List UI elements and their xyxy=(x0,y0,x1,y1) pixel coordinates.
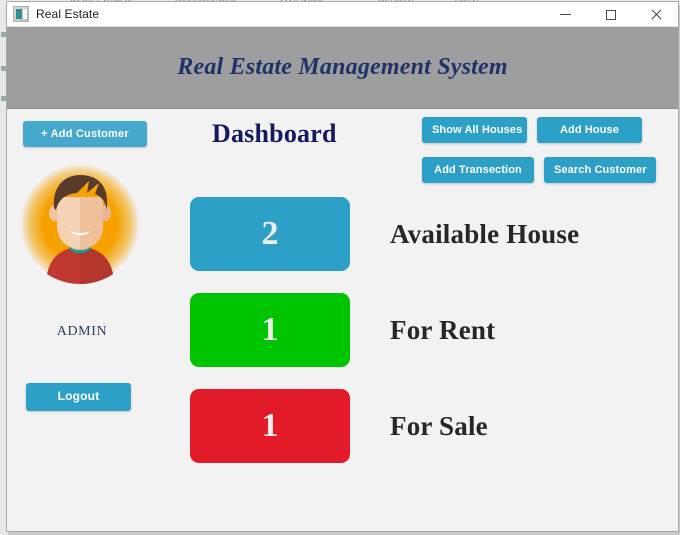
maximize-button[interactable] xyxy=(588,2,633,27)
action-row-bottom: Add Transection Search Customer xyxy=(422,157,662,183)
main-panel: Dashboard Show All Houses Add House Add … xyxy=(182,109,678,531)
stat-card-available[interactable]: 2 xyxy=(190,197,350,271)
content-area: + Add Customer ADMIN Logout Dashboard Sh… xyxy=(7,109,678,531)
page-title: Dashboard xyxy=(212,119,337,148)
sidebar: + Add Customer ADMIN Logout xyxy=(7,109,182,531)
stat-value-rent: 1 xyxy=(261,311,279,348)
stat-value-available: 2 xyxy=(261,215,279,252)
application-window: Real Estate Real Estate Management Syste… xyxy=(6,1,679,532)
add-house-button[interactable]: Add House xyxy=(537,117,642,143)
stat-row-rent: 1 For Rent xyxy=(182,293,678,367)
logout-button[interactable]: Logout xyxy=(26,383,131,411)
add-customer-button[interactable]: + Add Customer xyxy=(23,121,147,147)
stat-card-rent[interactable]: 1 xyxy=(190,293,350,367)
app-title: Real Estate Management System xyxy=(177,54,508,80)
stats-list: 2 Available House 1 For Rent 1 For Sale xyxy=(182,197,678,485)
window-title: Real Estate xyxy=(36,7,100,21)
stat-row-available: 2 Available House xyxy=(182,197,678,271)
stat-label-rent: For Rent xyxy=(390,314,496,345)
stat-label-sale: For Sale xyxy=(390,410,488,441)
title-bar[interactable]: Real Estate xyxy=(7,2,678,27)
user-avatar-icon xyxy=(20,164,140,284)
minimize-icon xyxy=(560,14,571,15)
maximize-icon xyxy=(605,9,616,20)
minimize-button[interactable] xyxy=(543,2,588,27)
stat-row-sale: 1 For Sale xyxy=(182,389,678,463)
stat-card-sale[interactable]: 1 xyxy=(190,389,350,463)
stat-label-available: Available House xyxy=(390,218,580,249)
search-customer-button[interactable]: Search Customer xyxy=(544,157,656,183)
action-row-top: Show All Houses Add House xyxy=(422,117,662,143)
close-button[interactable] xyxy=(633,2,678,27)
app-icon xyxy=(13,6,29,22)
show-all-houses-button[interactable]: Show All Houses xyxy=(422,117,527,143)
stat-value-sale: 1 xyxy=(261,407,279,444)
window-controls xyxy=(543,2,678,27)
app-header-banner: Real Estate Management System xyxy=(7,27,678,109)
action-button-group: Show All Houses Add House Add Transectio… xyxy=(422,117,662,197)
close-icon xyxy=(650,9,662,21)
add-transection-button[interactable]: Add Transection xyxy=(422,157,534,183)
user-role-label: ADMIN xyxy=(56,324,108,339)
